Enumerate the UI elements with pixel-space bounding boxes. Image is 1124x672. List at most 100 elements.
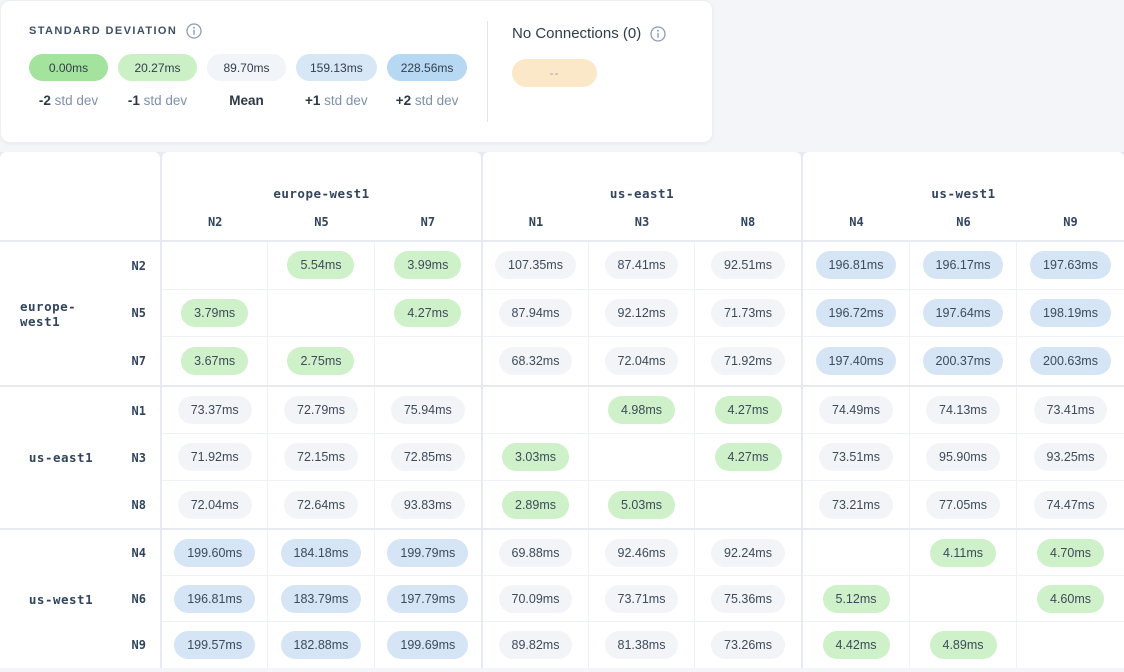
latency-pill[interactable]: 2.75ms [287,347,354,375]
latency-cell: 4.42ms [803,622,910,668]
legend-title: STANDARD DEVIATION [29,25,177,37]
latency-pill[interactable]: 72.85ms [391,443,465,471]
column-node-label: N7 [375,215,481,229]
latency-pill[interactable]: 182.88ms [281,631,362,659]
latency-pill[interactable]: 200.37ms [923,347,1004,375]
legend-stop-label: -2 std dev [39,93,98,108]
latency-pill[interactable]: 2.89ms [502,491,569,519]
latency-pill[interactable]: 197.40ms [816,347,897,375]
matrix-block: 4.11ms 4.70ms 5.12ms 4.60ms 4.42ms 4.89ms [803,530,1124,668]
latency-pill[interactable]: 3.67ms [181,347,248,375]
latency-pill[interactable]: 5.12ms [823,585,890,613]
legend-stop-label: +2 std dev [396,93,459,108]
latency-pill[interactable]: 4.89ms [930,631,997,659]
latency-pill[interactable]: 70.09ms [499,585,573,613]
latency-pill[interactable]: 4.27ms [715,396,782,424]
latency-pill[interactable]: 93.83ms [391,491,465,519]
latency-pill[interactable]: 92.51ms [711,251,785,279]
latency-pill[interactable]: 69.88ms [499,539,573,567]
column-node-label: N1 [483,215,589,229]
latency-pill[interactable]: 4.70ms [1037,539,1104,567]
row-group-header: europe-west1N2N5N7 [0,242,160,385]
latency-pill[interactable]: 71.92ms [711,347,785,375]
latency-pill[interactable]: 196.81ms [174,585,255,613]
legend-stop-label: Mean [229,93,264,108]
legend-stop-label: -1 std dev [128,93,187,108]
latency-cell: 4.60ms [1017,576,1124,622]
latency-pill[interactable]: 74.13ms [926,396,1000,424]
matrix-block: 196.81ms 196.17ms 197.63ms 196.72ms 197.64ms… [803,242,1124,385]
latency-pill[interactable]: 87.94ms [499,299,573,327]
latency-pill[interactable]: 5.54ms [287,251,354,279]
latency-pill[interactable]: 196.81ms [816,251,897,279]
latency-pill[interactable]: 93.25ms [1034,443,1108,471]
latency-pill[interactable]: 73.71ms [605,585,679,613]
latency-pill[interactable]: 3.79ms [181,299,248,327]
latency-pill[interactable]: 107.35ms [495,251,576,279]
latency-pill[interactable]: 196.17ms [923,251,1004,279]
latency-cell: 182.88ms [268,622,374,668]
latency-pill[interactable]: 73.51ms [819,443,893,471]
latency-pill[interactable]: 73.26ms [711,631,785,659]
latency-pill[interactable]: 196.72ms [816,299,897,327]
latency-pill[interactable]: 71.92ms [178,443,252,471]
latency-pill[interactable]: 72.15ms [284,443,358,471]
latency-pill[interactable]: 197.79ms [387,585,468,613]
latency-pill[interactable]: 75.36ms [711,585,785,613]
latency-pill[interactable]: 184.18ms [281,539,362,567]
latency-pill[interactable]: 92.12ms [605,299,679,327]
info-icon[interactable] [650,26,666,42]
latency-pill[interactable]: 4.42ms [823,631,890,659]
latency-cell: 196.17ms [910,242,1017,290]
latency-pill[interactable]: 3.03ms [502,443,569,471]
latency-pill[interactable]: 92.46ms [605,539,679,567]
latency-pill[interactable]: 5.03ms [608,491,675,519]
latency-pill[interactable]: 73.41ms [1034,396,1108,424]
latency-pill[interactable]: 87.41ms [605,251,679,279]
latency-pill[interactable]: 4.98ms [608,396,675,424]
latency-cell: 199.69ms [375,622,481,668]
latency-pill[interactable]: 183.79ms [281,585,362,613]
latency-pill[interactable]: 197.63ms [1030,251,1111,279]
row-node-label: N7 [102,337,146,385]
latency-pill[interactable]: 92.24ms [711,539,785,567]
latency-pill[interactable]: 199.60ms [174,539,255,567]
latency-cell: 5.03ms [589,481,695,528]
legend-card: STANDARD DEVIATION 0.00ms-2 std dev20.27… [0,0,713,143]
latency-pill[interactable]: 4.60ms [1037,585,1104,613]
latency-pill[interactable]: 199.79ms [387,539,468,567]
column-region-label: europe-west1 [162,186,481,201]
latency-pill[interactable]: 89.82ms [499,631,573,659]
latency-pill[interactable]: 199.57ms [174,631,255,659]
column-region-label: us-east1 [483,186,801,201]
latency-pill[interactable]: 200.63ms [1030,347,1111,375]
latency-pill[interactable]: 198.19ms [1030,299,1111,327]
latency-pill[interactable]: 74.47ms [1034,491,1108,519]
latency-pill[interactable]: 199.69ms [387,631,468,659]
latency-cell: 89.82ms [483,622,589,668]
latency-pill[interactable]: 72.04ms [178,491,252,519]
latency-pill[interactable]: 197.64ms [923,299,1004,327]
latency-cell: 198.19ms [1017,290,1124,338]
latency-pill[interactable]: 4.27ms [715,443,782,471]
latency-pill[interactable]: 4.11ms [930,539,996,567]
info-icon[interactable] [186,23,202,39]
latency-pill[interactable]: 77.05ms [926,491,1000,519]
latency-pill[interactable]: 68.32ms [499,347,573,375]
latency-pill[interactable]: 95.90ms [926,443,1000,471]
latency-pill[interactable]: 4.27ms [394,299,461,327]
latency-pill[interactable]: 71.73ms [711,299,785,327]
matrix-block: 199.60ms 184.18ms 199.79ms 196.81ms 183.79ms… [162,530,481,668]
latency-pill[interactable]: 74.49ms [819,396,893,424]
legend-stop-label-prefix: -1 [128,93,140,108]
latency-pill[interactable]: 72.79ms [284,396,358,424]
latency-pill[interactable]: 81.38ms [605,631,679,659]
latency-cell: 5.54ms [268,242,374,290]
latency-cell [803,530,910,576]
latency-pill[interactable]: 72.04ms [605,347,679,375]
latency-pill[interactable]: 3.99ms [394,251,461,279]
latency-pill[interactable]: 75.94ms [391,396,465,424]
latency-pill[interactable]: 73.37ms [178,396,252,424]
latency-pill[interactable]: 73.21ms [819,491,893,519]
latency-pill[interactable]: 72.64ms [284,491,358,519]
